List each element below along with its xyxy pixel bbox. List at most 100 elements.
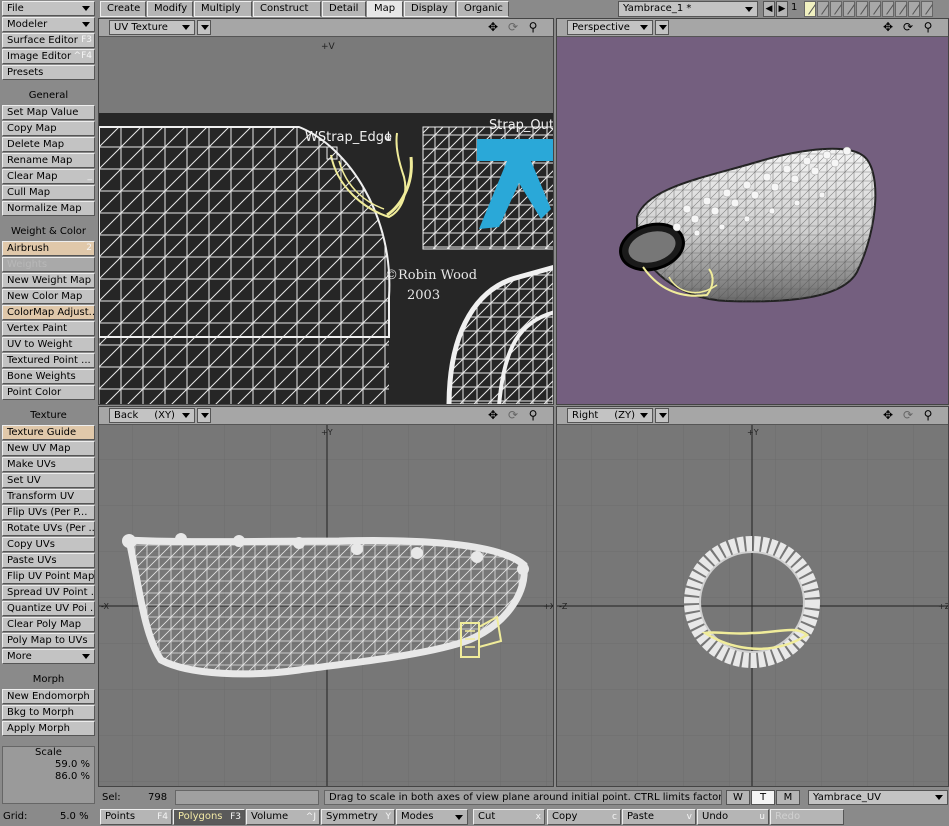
spread-uv-point-button[interactable]: Spread UV Point ...	[2, 585, 95, 600]
tab-organic[interactable]: Organic	[457, 1, 509, 17]
tab-construct[interactable]: Construct	[253, 1, 321, 17]
next-object-button[interactable]: ▶	[776, 1, 788, 17]
zoom-view-icon[interactable]: ⚲	[920, 408, 936, 423]
flip-uvs-button[interactable]: Flip UVs (Per P...	[2, 505, 95, 520]
tab-modify[interactable]: Modify	[147, 1, 193, 17]
view-options-menu[interactable]	[197, 408, 211, 423]
right-canvas[interactable]: +Y -Z +Z	[557, 425, 948, 786]
delete-map-button[interactable]: Delete Map	[2, 137, 95, 152]
right-viewport[interactable]: Right (ZY) ✥ ⟳ ⚲ +Y -Z +Z	[556, 406, 949, 787]
poly-map-to-uvs-button[interactable]: Poly Map to UVs	[2, 633, 95, 648]
move-view-icon[interactable]: ✥	[880, 408, 896, 423]
rotate-view-icon[interactable]: ⟳	[900, 408, 916, 423]
layer-button-8[interactable]	[895, 1, 907, 17]
tab-display[interactable]: Display	[404, 1, 456, 17]
view-options-menu[interactable]	[655, 408, 669, 423]
paste-uvs-button[interactable]: Paste UVs	[2, 553, 95, 568]
layer-button-9[interactable]	[908, 1, 920, 17]
clear-map-button[interactable]: Clear Map _	[2, 169, 95, 184]
copy-map-button[interactable]: Copy Map	[2, 121, 95, 136]
colormap-adjust-button[interactable]: ColorMap Adjust...	[2, 305, 95, 320]
new-endomorph-button[interactable]: New Endomorph	[2, 689, 95, 704]
bkg-to-morph-button[interactable]: Bkg to Morph	[2, 705, 95, 720]
set-map-value-button[interactable]: Set Map Value	[2, 105, 95, 120]
image-editor-button[interactable]: Image Editor ^F4	[2, 49, 95, 64]
uv-texture-viewport[interactable]: UV Texture ✥ ⟳ ⚲ +V WStrap_Edge ↓ Strap_…	[98, 18, 554, 405]
set-uv-button[interactable]: Set UV	[2, 473, 95, 488]
tab-create[interactable]: Create	[100, 1, 146, 17]
rename-map-button[interactable]: Rename Map	[2, 153, 95, 168]
view-type-selector[interactable]: Right (ZY)	[567, 408, 653, 423]
polygons-mode-button[interactable]: Polygons F3	[173, 809, 245, 825]
layer-button-5[interactable]	[856, 1, 868, 17]
more-menu[interactable]: More	[2, 649, 95, 664]
layer-button-2[interactable]	[817, 1, 829, 17]
move-view-icon[interactable]: ✥	[880, 20, 896, 35]
copy-uvs-button[interactable]: Copy UVs	[2, 537, 95, 552]
copy-button[interactable]: Copy c	[547, 809, 621, 825]
scene-selector[interactable]: Yambrace_1 *	[618, 1, 758, 17]
weights-button[interactable]: Weights	[2, 257, 95, 272]
perspective-viewport[interactable]: Perspective ✥ ⟳ ⚲	[556, 18, 949, 405]
point-color-button[interactable]: Point Color	[2, 385, 95, 400]
layer-button-4[interactable]	[843, 1, 855, 17]
layer-button-7[interactable]	[882, 1, 894, 17]
presets-button[interactable]: Presets	[2, 65, 95, 80]
rotate-uvs-button[interactable]: Rotate UVs (Per ...	[2, 521, 95, 536]
view-options-menu[interactable]	[197, 20, 211, 35]
tab-detail[interactable]: Detail	[322, 1, 366, 17]
modes-menu[interactable]: Modes	[396, 809, 468, 825]
redo-button[interactable]: Redo	[770, 809, 844, 825]
textured-point-button[interactable]: Textured Point ...	[2, 353, 95, 368]
texture-guide-button[interactable]: Texture Guide	[2, 425, 95, 440]
uv-to-weight-button[interactable]: UV to Weight	[2, 337, 95, 352]
layer-button-1[interactable]	[804, 1, 816, 17]
quantize-uv-button[interactable]: Quantize UV Poi ...	[2, 601, 95, 616]
morph-map-toggle[interactable]: M	[776, 790, 800, 805]
new-color-map-button[interactable]: New Color Map	[2, 289, 95, 304]
weight-map-toggle[interactable]: W	[726, 790, 750, 805]
tab-multiply[interactable]: Multiply	[194, 1, 252, 17]
perspective-canvas[interactable]	[557, 37, 948, 404]
points-mode-button[interactable]: Points F4	[100, 809, 172, 825]
symmetry-toggle[interactable]: Symmetry Y	[321, 809, 395, 825]
tab-map[interactable]: Map	[367, 1, 403, 17]
airbrush-button[interactable]: Airbrush 2	[2, 241, 95, 256]
rotate-view-icon[interactable]: ⟳	[900, 20, 916, 35]
layer-button-6[interactable]	[869, 1, 881, 17]
new-weight-map-button[interactable]: New Weight Map	[2, 273, 95, 288]
clear-poly-map-button[interactable]: Clear Poly Map	[2, 617, 95, 632]
back-canvas[interactable]: +Y -X +X	[99, 425, 553, 786]
layer-button-10[interactable]	[921, 1, 933, 17]
uv-canvas[interactable]: +V WStrap_Edge ↓ Strap_Outer ©Robin Wood…	[99, 37, 553, 404]
cull-map-button[interactable]: Cull Map	[2, 185, 95, 200]
undo-button[interactable]: Undo u	[697, 809, 769, 825]
cut-button[interactable]: Cut x	[473, 809, 545, 825]
rotate-view-icon[interactable]: ⟳	[505, 20, 521, 35]
file-menu[interactable]: File	[2, 1, 95, 16]
paste-button[interactable]: Paste v	[622, 809, 696, 825]
modeler-menu[interactable]: Modeler	[2, 17, 95, 32]
view-options-menu[interactable]	[655, 20, 669, 35]
transform-uv-button[interactable]: Transform UV	[2, 489, 95, 504]
apply-morph-button[interactable]: Apply Morph	[2, 721, 95, 736]
surface-editor-button[interactable]: Surface Editor F3	[2, 33, 95, 48]
vertex-map-selector[interactable]: Yambrace_UV	[808, 790, 948, 805]
texture-map-toggle[interactable]: T	[751, 790, 775, 805]
view-type-selector[interactable]: UV Texture	[109, 20, 195, 35]
back-viewport[interactable]: Back (XY) ✥ ⟳ ⚲ +Y -X +X	[98, 406, 554, 787]
move-view-icon[interactable]: ✥	[485, 20, 501, 35]
view-type-selector[interactable]: Perspective	[567, 20, 653, 35]
view-type-selector[interactable]: Back (XY)	[109, 408, 195, 423]
zoom-view-icon[interactable]: ⚲	[920, 20, 936, 35]
normalize-map-button[interactable]: Normalize Map	[2, 201, 95, 216]
vertex-paint-button[interactable]: Vertex Paint	[2, 321, 95, 336]
new-uv-map-button[interactable]: New UV Map	[2, 441, 95, 456]
zoom-view-icon[interactable]: ⚲	[525, 408, 541, 423]
zoom-view-icon[interactable]: ⚲	[525, 20, 541, 35]
flip-uv-point-map-button[interactable]: Flip UV Point Map	[2, 569, 95, 584]
move-view-icon[interactable]: ✥	[485, 408, 501, 423]
make-uvs-button[interactable]: Make UVs	[2, 457, 95, 472]
volume-mode-button[interactable]: Volume ^J	[246, 809, 320, 825]
prev-object-button[interactable]: ◀	[763, 1, 775, 17]
